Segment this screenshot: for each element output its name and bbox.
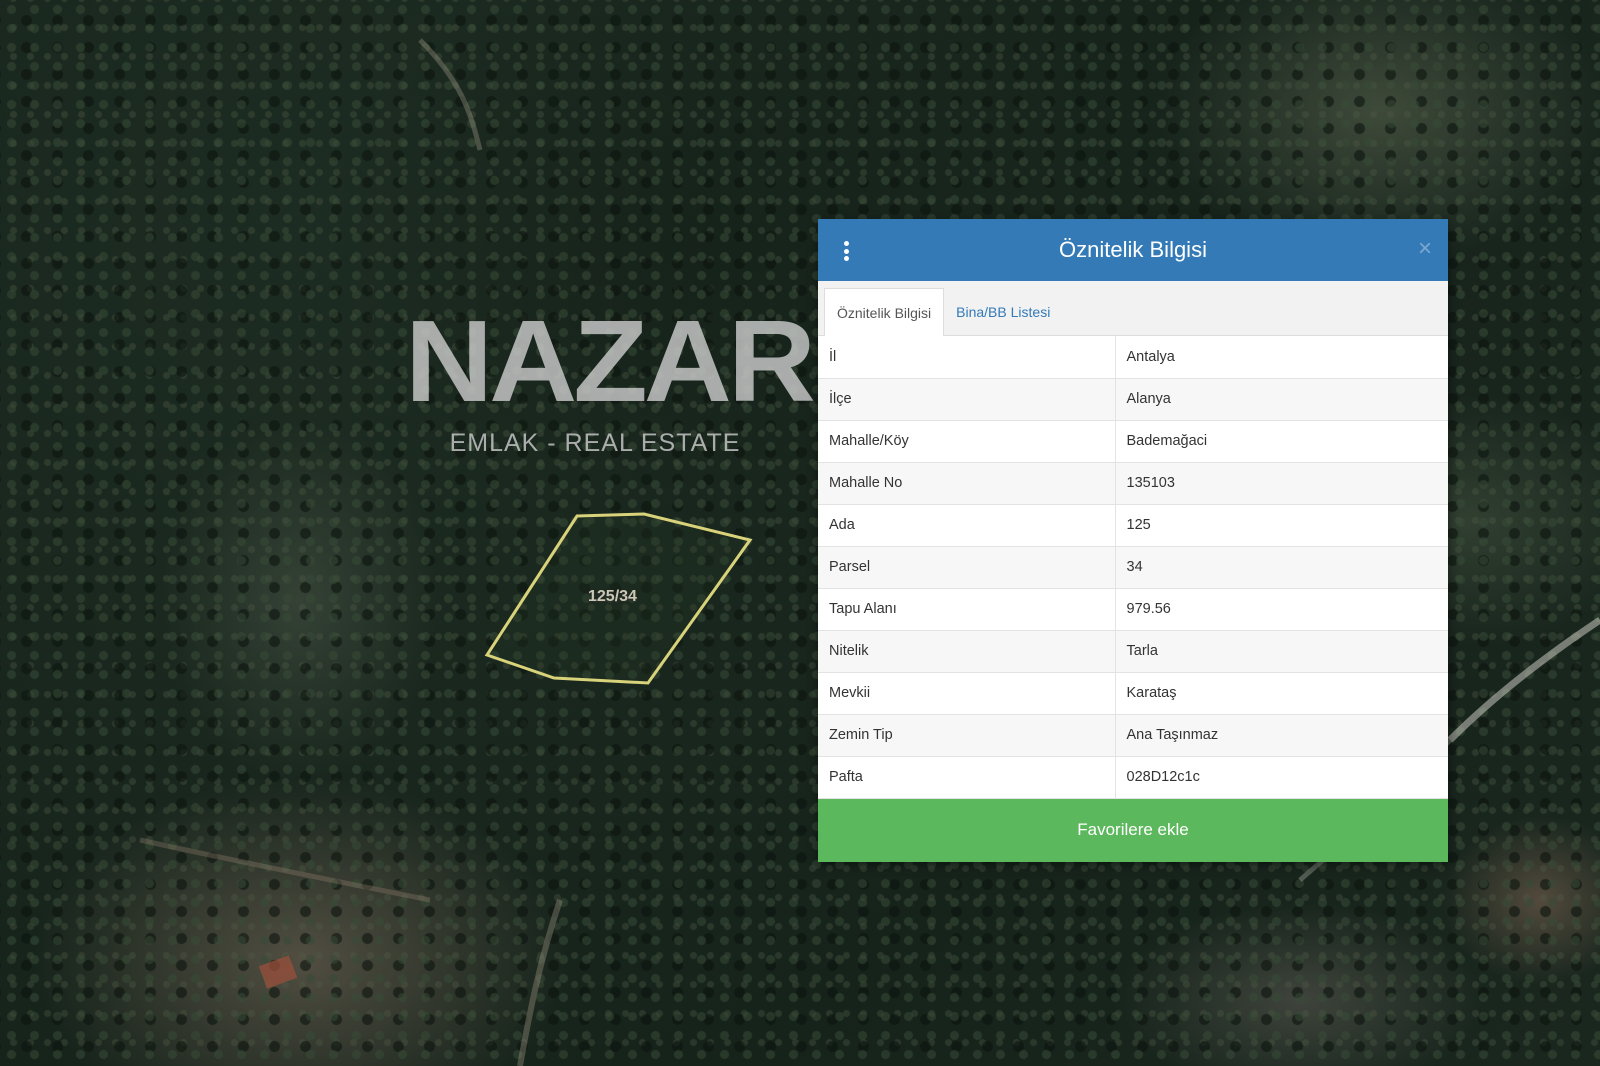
row-key: Parsel bbox=[818, 546, 1116, 589]
row-value: Alanya bbox=[1115, 378, 1448, 421]
vertical-dots-icon[interactable] bbox=[844, 241, 850, 261]
logo-word: NAZAR bbox=[405, 296, 816, 426]
row-value: 34 bbox=[1115, 546, 1448, 589]
table-row: Ada 125 bbox=[818, 504, 1448, 547]
tab-building-list[interactable]: Bina/BB Listesi bbox=[944, 289, 1062, 335]
table-row: Mevkii Karataş bbox=[818, 672, 1448, 715]
table-row: Nitelik Tarla bbox=[818, 630, 1448, 673]
table-row: Parsel 34 bbox=[818, 546, 1448, 589]
row-value: 028D12c1c bbox=[1115, 756, 1448, 799]
table-row: Pafta 028D12c1c bbox=[818, 756, 1448, 799]
row-key: Zemin Tip bbox=[818, 714, 1116, 757]
row-key: İl bbox=[818, 336, 1116, 379]
row-key: Mahalle No bbox=[818, 462, 1116, 505]
row-value: Karataş bbox=[1115, 672, 1448, 715]
row-value: Antalya bbox=[1115, 336, 1448, 379]
row-value: Ana Taşınmaz bbox=[1115, 714, 1448, 757]
row-key: İlçe bbox=[818, 378, 1116, 421]
row-value: Bademağaci bbox=[1115, 420, 1448, 463]
nazar-logo-watermark: NAZAR EMLAK - REAL ESTATE bbox=[405, 296, 816, 458]
row-value: 125 bbox=[1115, 504, 1448, 547]
row-key: Ada bbox=[818, 504, 1116, 547]
attribute-table: İl Antalya İlçe Alanya Mahalle/Köy Badem… bbox=[818, 336, 1448, 799]
row-key: Tapu Alanı bbox=[818, 588, 1116, 631]
add-to-favorites-button[interactable]: Favorilere ekle bbox=[818, 798, 1448, 862]
table-row: Mahalle/Köy Bademağaci bbox=[818, 420, 1448, 463]
table-row: Tapu Alanı 979.56 bbox=[818, 588, 1448, 631]
table-row: Zemin Tip Ana Taşınmaz bbox=[818, 714, 1448, 757]
row-value: 135103 bbox=[1115, 462, 1448, 505]
panel-title: Öznitelik Bilgisi bbox=[1059, 237, 1207, 262]
row-value: 979.56 bbox=[1115, 588, 1448, 631]
panel-header: Öznitelik Bilgisi × bbox=[818, 219, 1448, 281]
attribute-info-panel: Öznitelik Bilgisi × Öznitelik Bilgisi Bi… bbox=[818, 219, 1448, 862]
row-key: Pafta bbox=[818, 756, 1116, 799]
close-icon[interactable]: × bbox=[1418, 237, 1432, 261]
row-value: Tarla bbox=[1115, 630, 1448, 673]
panel-tabs: Öznitelik Bilgisi Bina/BB Listesi bbox=[818, 281, 1448, 336]
table-row: Mahalle No 135103 bbox=[818, 462, 1448, 505]
tab-attribute-info[interactable]: Öznitelik Bilgisi bbox=[824, 288, 945, 336]
logo-subtitle: EMLAK - REAL ESTATE bbox=[449, 429, 741, 457]
row-key: Mahalle/Köy bbox=[818, 420, 1116, 463]
row-key: Mevkii bbox=[818, 672, 1116, 715]
table-row: İl Antalya bbox=[818, 336, 1448, 379]
row-key: Nitelik bbox=[818, 630, 1116, 673]
table-row: İlçe Alanya bbox=[818, 378, 1448, 421]
parcel-label[interactable]: 125/34 bbox=[588, 588, 637, 606]
